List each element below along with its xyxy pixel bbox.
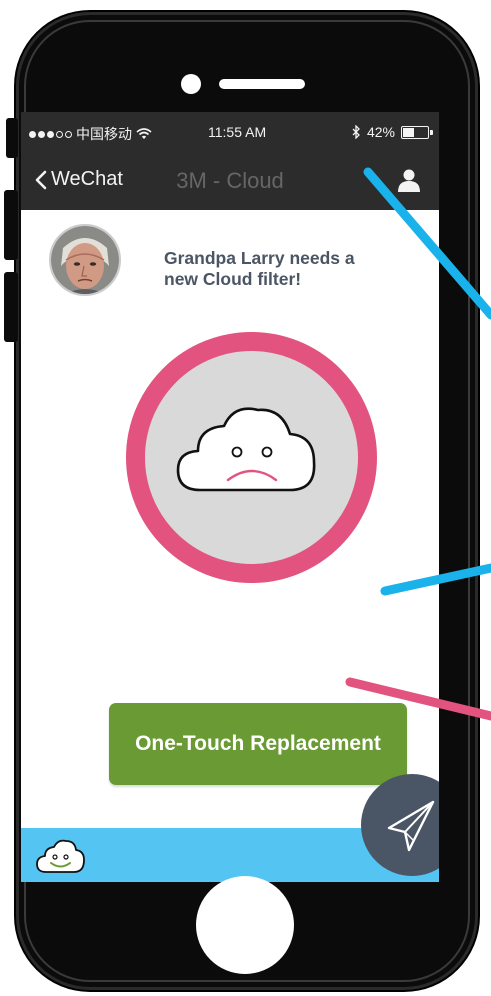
- volume-down-button: [4, 272, 18, 342]
- profile-button[interactable]: [397, 168, 421, 197]
- earpiece-speaker: [219, 79, 305, 89]
- front-camera: [181, 74, 201, 94]
- main-content: Grandpa Larry needs a new Cloud filter! …: [21, 210, 439, 834]
- grandpa-portrait-image: [51, 226, 119, 294]
- signal-strength-icon: [29, 130, 72, 138]
- bluetooth-icon: [352, 125, 360, 139]
- cloud-logo-button[interactable]: [35, 836, 85, 881]
- mute-switch: [6, 118, 18, 158]
- home-button[interactable]: [196, 876, 294, 974]
- wifi-icon: [136, 128, 152, 139]
- alert-message: Grandpa Larry needs a new Cloud filter!: [164, 248, 414, 290]
- volume-up-button: [4, 190, 18, 260]
- battery-level-fill: [403, 127, 414, 137]
- carrier-group: 中国移动: [29, 124, 152, 144]
- battery-icon: [401, 125, 433, 139]
- battery-group: 42%: [352, 124, 433, 140]
- user-icon: [398, 169, 420, 192]
- one-touch-replacement-label: One-Touch Replacement: [135, 732, 381, 755]
- status-bar: 中国移动 11:55 AM 42%: [21, 112, 439, 154]
- carrier-name: 中国移动: [76, 126, 132, 142]
- filter-status-indicator: [126, 332, 377, 583]
- alert-message-line-1: Grandpa Larry needs a: [164, 248, 355, 268]
- paper-plane-icon: [387, 800, 435, 852]
- status-ring: [126, 332, 377, 583]
- one-touch-replacement-button[interactable]: One-Touch Replacement: [109, 703, 407, 785]
- phone-screen: 中国移动 11:55 AM 42% WeChat 3M - Cloud Gran…: [21, 112, 439, 882]
- alert-message-line-2: new Cloud filter!: [164, 269, 302, 289]
- page-title: 3M - Cloud: [176, 168, 284, 193]
- battery-percent: 42%: [366, 124, 395, 140]
- status-time: 11:55 AM: [208, 124, 267, 140]
- happy-cloud-icon: [36, 839, 85, 873]
- avatar: [49, 224, 121, 296]
- navigation-bar: WeChat 3M - Cloud: [21, 154, 439, 210]
